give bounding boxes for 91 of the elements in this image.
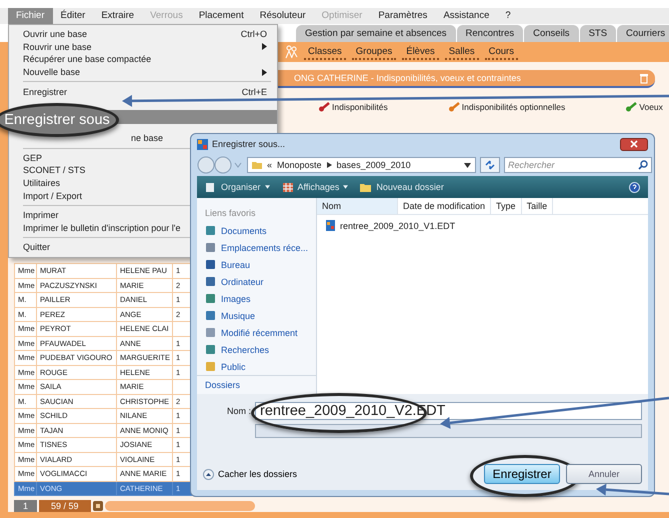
tab[interactable]: Conseils: [524, 25, 579, 42]
menu-bar-item[interactable]: Placement: [190, 8, 252, 24]
file-item[interactable]: rentree_2009_2010_V1.EDT: [317, 215, 648, 236]
save-button[interactable]: Enregistrer: [484, 464, 560, 484]
menu-bar-item[interactable]: Éditer: [52, 8, 94, 24]
cancel-button[interactable]: Annuler: [566, 464, 642, 484]
address-bar[interactable]: « Monoposte bases_2009_2010: [247, 157, 476, 173]
sub-tab[interactable]: Élèves: [402, 44, 439, 60]
favorite-link[interactable]: Bureau: [205, 256, 316, 273]
favorite-link[interactable]: Musique: [205, 307, 316, 324]
file-icon: [325, 220, 336, 231]
square-icon: [205, 276, 216, 287]
file-type-dropdown[interactable]: [255, 424, 642, 438]
menu-bar-item[interactable]: Résoluteur: [252, 8, 314, 24]
square-icon: [205, 259, 216, 270]
path-prefix: «: [267, 160, 272, 170]
page-icon: [205, 182, 217, 192]
square-icon: [205, 361, 216, 372]
menu-bar-item[interactable]: Extraire: [93, 8, 142, 24]
breadcrumb[interactable]: bases_2009_2010: [336, 160, 411, 170]
close-button[interactable]: [620, 138, 648, 150]
menu-bar-item[interactable]: Paramètres: [370, 8, 436, 24]
square-icon: [205, 225, 216, 236]
shortcut-label: Ctrl+E: [242, 86, 267, 97]
file-name-label: Nom :: [226, 406, 251, 416]
dropdown-arrow-icon: [464, 162, 471, 168]
close-icon: [630, 140, 638, 148]
favorite-link[interactable]: Documents: [205, 222, 316, 239]
square-icon: [205, 327, 216, 338]
nav-button-icon[interactable]: [92, 500, 103, 510]
menu-item[interactable]: Enregistrer sous: [0, 102, 119, 137]
menu-item-label: Enregistrer: [23, 86, 68, 97]
folder-icon: [360, 182, 372, 192]
grid-icon: [282, 182, 294, 192]
menu-bar-item[interactable]: Assistance: [435, 8, 498, 24]
panel-title: ONG CATHERINE - Indisponibilités, voeux et contraintes: [294, 73, 521, 83]
column-header[interactable]: Date de modification: [398, 198, 492, 214]
sub-tab[interactable]: Salles: [444, 44, 479, 60]
tab[interactable]: Rencontres: [456, 25, 524, 42]
column-header[interactable]: Taille: [522, 198, 554, 214]
sub-tab[interactable]: Groupes: [352, 44, 396, 60]
page-number: 1: [14, 500, 38, 512]
record-count: 59 / 59: [39, 500, 91, 512]
favorites-heading: Liens favoris: [205, 208, 257, 218]
favorite-link[interactable]: Emplacements réce...: [205, 239, 316, 256]
tab[interactable]: Gestion par semaine et absences: [296, 25, 456, 42]
breadcrumb-arrow-icon: [326, 162, 332, 168]
breadcrumb[interactable]: Monoposte: [277, 160, 322, 170]
refresh-button[interactable]: [480, 157, 500, 173]
favorite-link[interactable]: Public: [205, 358, 316, 375]
column-header[interactable]: Type: [491, 198, 522, 214]
submenu-arrow-icon: [262, 68, 267, 76]
submenu-arrow-icon: [262, 43, 267, 50]
square-icon: [205, 293, 216, 304]
menu-item-label: Ouvrir une base: [23, 29, 88, 40]
favorite-link[interactable]: Images: [205, 290, 316, 307]
menu-bar-item[interactable]: ?: [497, 8, 519, 24]
menu-item-label: Nouvelle base: [23, 67, 80, 78]
favorite-link[interactable]: Recherches: [205, 341, 316, 358]
dropdown-arrow-icon: [264, 184, 270, 190]
dialog-title: Enregistrer sous...: [212, 139, 286, 149]
toolbar-button[interactable]: Nouveau dossier: [360, 182, 444, 192]
folder-icon: [252, 160, 262, 170]
menu-item-label: Rouvrir une base: [23, 42, 92, 52]
tab[interactable]: STS: [580, 25, 616, 42]
toolbar-button[interactable]: Organiser: [205, 182, 270, 192]
favorite-link[interactable]: Ordinateur: [205, 273, 316, 290]
favorite-link[interactable]: Modifié récemment: [205, 324, 316, 341]
menu-item[interactable]: Nouvelle base: [9, 66, 277, 78]
tab[interactable]: Courriers: [617, 25, 669, 42]
legend-label: Voeux: [639, 102, 663, 112]
square-icon: [205, 310, 216, 321]
menu-item[interactable]: Ouvrir une base Ctrl+O: [9, 28, 277, 41]
legend-label: Indisponibilités: [332, 102, 388, 112]
legend-label: Indisponibilités optionnelles: [462, 102, 566, 112]
menu-item[interactable]: Récupérer une base compactée: [9, 53, 277, 66]
menu-item[interactable]: Enregistrer Ctrl+E: [9, 85, 277, 98]
hide-folders-button[interactable]: Cacher les dossiers: [203, 468, 298, 480]
column-header[interactable]: Nom: [317, 198, 398, 214]
shortcut-label: Ctrl+O: [240, 29, 267, 40]
square-icon: [205, 242, 216, 253]
square-icon: [205, 344, 216, 355]
app-icon: [197, 138, 208, 150]
refresh-icon: [484, 160, 496, 170]
dropdown-arrow-icon: [343, 184, 348, 190]
sub-tab[interactable]: Classes: [304, 44, 346, 60]
menu-item[interactable]: Rouvrir une base: [9, 40, 277, 54]
sub-tab[interactable]: Cours: [484, 44, 518, 60]
search-field[interactable]: Rechercher: [504, 157, 652, 173]
help-icon[interactable]: [629, 182, 640, 192]
toolbar-button[interactable]: Affichages: [282, 182, 348, 192]
